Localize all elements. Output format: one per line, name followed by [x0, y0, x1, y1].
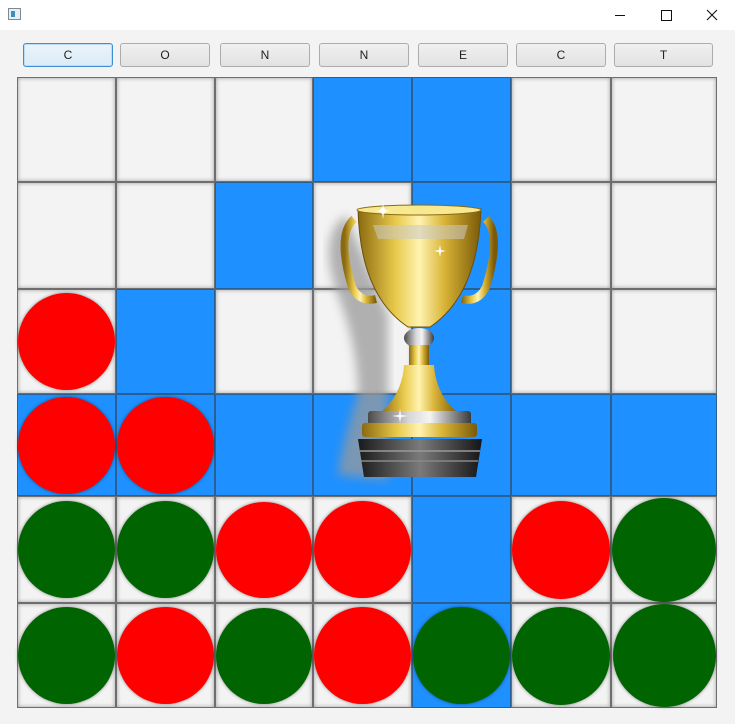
- board-cell[interactable]: [116, 77, 215, 182]
- title-bar: [0, 0, 735, 30]
- green-disc: [512, 606, 610, 705]
- column-button-1[interactable]: C: [23, 43, 113, 67]
- minimize-button[interactable]: [597, 0, 643, 30]
- red-disc: [216, 501, 312, 598]
- close-icon: [706, 9, 718, 21]
- green-disc: [413, 607, 510, 704]
- board-cell[interactable]: [215, 394, 313, 496]
- app-window-icon: [8, 8, 21, 20]
- green-disc: [216, 607, 312, 704]
- red-disc: [117, 396, 214, 494]
- trophy-icon: [328, 203, 498, 480]
- board-cell[interactable]: [116, 182, 215, 289]
- column-button-2[interactable]: O: [120, 43, 210, 67]
- board-cell[interactable]: [215, 77, 313, 182]
- red-disc: [18, 293, 115, 390]
- red-disc: [512, 500, 610, 599]
- maximize-button[interactable]: [643, 0, 689, 30]
- green-disc: [117, 501, 214, 598]
- board-cell[interactable]: [313, 77, 412, 182]
- column-button-bar: C O N N E C T: [0, 43, 735, 69]
- board-cell[interactable]: [511, 77, 611, 182]
- board-cell[interactable]: [116, 289, 215, 394]
- green-disc: [18, 501, 115, 598]
- column-button-3[interactable]: N: [220, 43, 310, 67]
- board-cell[interactable]: [17, 182, 116, 289]
- board-cell[interactable]: [17, 77, 116, 182]
- maximize-icon: [660, 9, 672, 21]
- minimize-icon: [615, 14, 625, 16]
- board-cell[interactable]: [511, 182, 611, 289]
- board-cell[interactable]: [611, 77, 717, 182]
- column-button-5[interactable]: E: [418, 43, 508, 67]
- red-disc: [18, 396, 115, 494]
- green-disc: [612, 604, 716, 707]
- red-disc: [117, 607, 214, 704]
- column-button-6[interactable]: C: [516, 43, 606, 67]
- green-disc: [612, 497, 716, 602]
- board-cell[interactable]: [511, 289, 611, 394]
- column-button-4[interactable]: N: [319, 43, 409, 67]
- board-cell[interactable]: [611, 182, 717, 289]
- green-disc: [18, 607, 115, 704]
- red-disc: [314, 501, 411, 598]
- column-button-7[interactable]: T: [614, 43, 713, 67]
- board-cell[interactable]: [412, 496, 511, 603]
- board-cell[interactable]: [412, 77, 511, 182]
- board-cell[interactable]: [611, 289, 717, 394]
- board-cell[interactable]: [511, 394, 611, 496]
- red-disc: [314, 607, 411, 704]
- board-cell[interactable]: [611, 394, 717, 496]
- close-button[interactable]: [689, 0, 735, 30]
- board-cell[interactable]: [215, 289, 313, 394]
- board-cell[interactable]: [215, 182, 313, 289]
